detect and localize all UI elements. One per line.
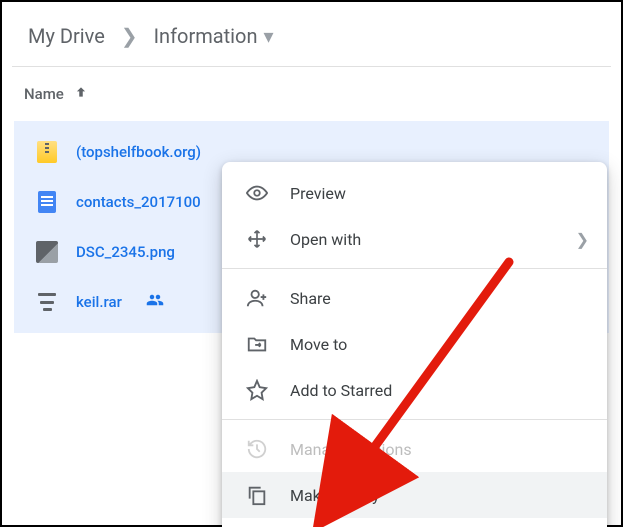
menu-item-share[interactable]: Share bbox=[222, 275, 607, 321]
menu-separator bbox=[222, 268, 607, 269]
star-icon bbox=[246, 379, 268, 401]
file-name: contacts_2017100 bbox=[76, 193, 201, 211]
menu-item-label: Move to bbox=[290, 335, 347, 354]
chevron-down-icon: ▾ bbox=[264, 24, 274, 48]
shared-icon bbox=[146, 291, 164, 313]
eye-icon bbox=[246, 182, 268, 204]
doc-icon bbox=[36, 191, 58, 213]
menu-item-preview[interactable]: Preview bbox=[222, 170, 607, 216]
menu-item-open-with[interactable]: Open with ❯ bbox=[222, 216, 607, 262]
file-name: (topshelfbook.org) bbox=[76, 143, 201, 161]
menu-separator bbox=[222, 419, 607, 420]
breadcrumb-current[interactable]: Information ▾ bbox=[146, 20, 282, 52]
breadcrumb: My Drive ❯ Information ▾ bbox=[2, 2, 621, 66]
menu-item-label: Manage versions bbox=[290, 440, 412, 459]
file-name: keil.rar bbox=[76, 293, 122, 311]
menu-item-manage-versions: Manage versions bbox=[222, 426, 607, 472]
move-arrows-icon bbox=[246, 228, 268, 250]
column-header-name-label: Name bbox=[24, 85, 64, 103]
breadcrumb-separator-icon: ❯ bbox=[119, 24, 140, 48]
menu-item-download[interactable]: Download bbox=[222, 518, 607, 527]
menu-item-move-to[interactable]: Move to bbox=[222, 321, 607, 367]
zip-icon bbox=[36, 141, 58, 163]
menu-item-label: Preview bbox=[290, 184, 346, 203]
archive-icon bbox=[36, 291, 58, 313]
image-icon bbox=[36, 241, 58, 263]
chevron-right-icon: ❯ bbox=[576, 230, 589, 249]
sort-asc-icon bbox=[74, 85, 88, 103]
file-name: DSC_2345.png bbox=[76, 243, 175, 261]
breadcrumb-root-label: My Drive bbox=[28, 24, 105, 48]
menu-item-add-starred[interactable]: Add to Starred bbox=[222, 367, 607, 413]
history-icon bbox=[246, 438, 268, 460]
folder-move-icon bbox=[246, 333, 268, 355]
menu-item-label: Make a copy bbox=[290, 486, 380, 505]
person-add-icon bbox=[246, 287, 268, 309]
menu-item-make-a-copy[interactable]: Make a copy bbox=[222, 472, 607, 518]
menu-item-label: Add to Starred bbox=[290, 381, 392, 400]
context-menu: Preview Open with ❯ Share Move to Add to… bbox=[222, 162, 607, 527]
menu-item-label: Share bbox=[290, 289, 331, 308]
copy-icon bbox=[246, 484, 268, 506]
breadcrumb-current-label: Information bbox=[154, 24, 258, 48]
breadcrumb-root[interactable]: My Drive bbox=[20, 20, 113, 52]
column-header-name[interactable]: Name bbox=[2, 67, 621, 121]
menu-item-label: Open with bbox=[290, 230, 361, 249]
